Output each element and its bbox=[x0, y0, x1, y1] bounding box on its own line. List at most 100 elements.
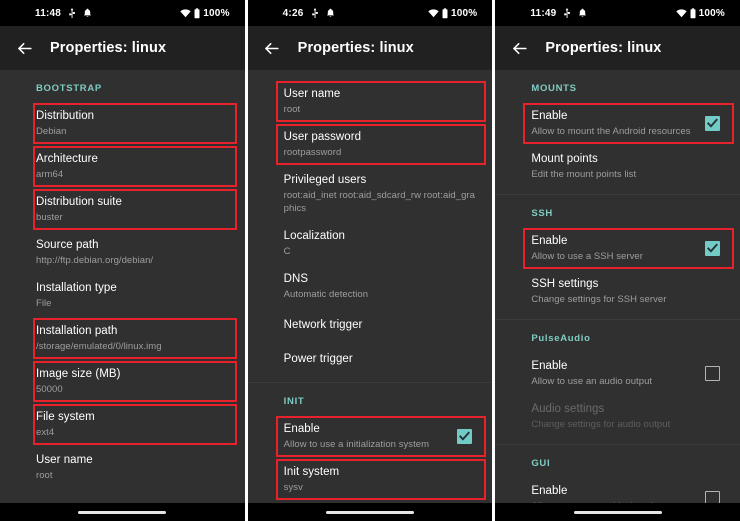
battery-icon bbox=[690, 7, 696, 19]
list-item-title: Image size (MB) bbox=[36, 368, 121, 380]
wifi-icon bbox=[675, 8, 687, 18]
section-header-bootstrap: BOOTSTRAP bbox=[36, 83, 102, 94]
back-arrow-icon bbox=[17, 42, 32, 54]
notification-bell-icon bbox=[578, 8, 587, 18]
list-item-subtitle: root:aid_inet root:aid_sdcard_rw root:ai… bbox=[283, 190, 475, 214]
checkbox-unchecked[interactable] bbox=[705, 491, 721, 503]
list-item[interactable]: Architecture arm64 bbox=[0, 145, 245, 188]
usb-icon bbox=[563, 7, 571, 19]
list-item-subtitle: Automatic detection bbox=[283, 289, 369, 300]
list-item[interactable]: Installation path/storage/emulated/0/lin… bbox=[0, 317, 245, 360]
list-item[interactable]: Enable Allow to use an audio output bbox=[495, 352, 740, 395]
settings-section: MOUNTS Enable Allow to mount the Android r… bbox=[495, 70, 740, 195]
settings-list-inner: MOUNTS Enable Allow to mount the Android r… bbox=[495, 70, 740, 503]
section-header-ssh: SSH bbox=[531, 208, 553, 219]
battery-icon bbox=[194, 7, 200, 19]
app-bar: Properties: linux bbox=[495, 26, 740, 70]
home-indicator[interactable] bbox=[326, 510, 414, 514]
list-item-title: Enable bbox=[531, 110, 568, 122]
battery-percent: 100% bbox=[450, 7, 478, 19]
notification-bell-icon bbox=[83, 8, 92, 18]
list-item[interactable]: DNS Automatic detection bbox=[248, 265, 493, 308]
usb-icon bbox=[311, 7, 319, 19]
status-bar-left: 11:49 bbox=[505, 7, 587, 19]
list-item-texts: Enable Allow to use a SSH server bbox=[531, 234, 695, 263]
checkbox-checked[interactable] bbox=[457, 429, 473, 444]
list-item-title: User password bbox=[283, 131, 362, 143]
list-item-title: User name bbox=[36, 454, 93, 466]
list-item-title: Source path bbox=[36, 239, 99, 251]
settings-section: SSH Enable Allow to use a SSH server SSH se… bbox=[495, 195, 740, 320]
list-item-title: Architecture bbox=[36, 153, 98, 165]
app-bar: Properties: linux bbox=[0, 26, 245, 70]
list-item-texts: Source path http://ftp.debian.org/debian/ bbox=[36, 238, 229, 267]
list-item-title: Installation path bbox=[36, 325, 118, 337]
wifi-icon bbox=[428, 8, 439, 18]
list-item-subtitle: Allow to use a graphical environment bbox=[531, 500, 695, 503]
list-item[interactable]: Power trigger bbox=[248, 342, 493, 376]
settings-section: PulseAudio Enable Allow to use an audio ou… bbox=[495, 320, 740, 445]
app-bar: Properties: linux bbox=[247, 26, 493, 70]
list-item-title: Privileged users bbox=[283, 174, 367, 186]
list-item[interactable]: Enable Allow to mount the Android resourc… bbox=[495, 102, 740, 145]
list-item[interactable]: Init settingsChange settings for the ini… bbox=[248, 501, 493, 503]
list-item-texts: Installation path/storage/emulated/0/lin… bbox=[36, 324, 229, 353]
status-bar: 11:49 100% bbox=[495, 0, 740, 26]
back-button[interactable] bbox=[505, 34, 533, 62]
list-item[interactable]: Source path http://ftp.debian.org/debian/ bbox=[0, 231, 245, 274]
settings-section: User name root User password rootpassword Pr… bbox=[247, 70, 493, 383]
list-item[interactable]: Installation type File bbox=[0, 274, 245, 317]
list-item[interactable]: Mount points Edit the mount points list bbox=[495, 145, 740, 188]
list-item[interactable]: User name root bbox=[248, 80, 493, 123]
status-bar-left: 4:26 bbox=[258, 7, 335, 19]
list-item[interactable]: Enable Allow to use a SSH server bbox=[495, 227, 740, 270]
list-item[interactable]: Enable Allow to use a graphical environme… bbox=[495, 477, 740, 503]
home-indicator[interactable] bbox=[78, 510, 167, 514]
list-item-title: Audio settings bbox=[531, 403, 605, 415]
screen-bootstrap: 11:48 100% Properties: linux BOOTSTRAP Distr… bbox=[0, 0, 245, 521]
list-item-texts: Privileged users root:aid_inet root:aid_s… bbox=[284, 173, 477, 215]
list-item[interactable]: Distribution Debian bbox=[0, 102, 245, 145]
list-item[interactable]: Localization C bbox=[248, 222, 493, 265]
list-item-texts: User password rootpassword bbox=[284, 130, 477, 159]
page-title: Properties: linux bbox=[297, 40, 414, 56]
screen-users-init: 4:26 100% Properties: linux User name root Us… bbox=[247, 0, 493, 521]
checkbox-checked[interactable] bbox=[705, 241, 721, 256]
navigation-bar bbox=[0, 503, 245, 521]
battery-percent: 100% bbox=[203, 7, 230, 19]
list-item-subtitle: Allow to mount the Android resources bbox=[531, 126, 691, 137]
list-item-title: Enable bbox=[531, 360, 568, 372]
list-item-subtitle: arm64 bbox=[36, 169, 64, 180]
list-item[interactable]: Image size (MB) 50000 bbox=[0, 360, 245, 403]
list-item[interactable]: Init system sysv bbox=[248, 458, 493, 501]
navigation-bar bbox=[495, 503, 740, 521]
list-item[interactable]: Privileged users root:aid_inet root:aid_s… bbox=[248, 166, 493, 222]
status-bar: 4:26 100% bbox=[247, 0, 493, 26]
list-item-title: Distribution suite bbox=[36, 196, 122, 208]
back-arrow-icon bbox=[265, 42, 279, 54]
list-item[interactable]: User password rootpassword bbox=[248, 123, 493, 166]
list-item-texts: DNS Automatic detection bbox=[284, 272, 477, 301]
list-item-texts: SSH settings Change settings for SSH serv… bbox=[531, 277, 724, 306]
list-item[interactable]: Distribution suite buster bbox=[0, 188, 245, 231]
status-time: 11:48 bbox=[35, 7, 62, 19]
list-item[interactable]: SSH settings Change settings for SSH serv… bbox=[495, 270, 740, 313]
checkbox-checked[interactable] bbox=[705, 116, 721, 131]
list-item-title: Localization bbox=[283, 230, 346, 242]
list-item-subtitle: sysv bbox=[283, 482, 303, 493]
list-item[interactable]: User name root bbox=[0, 446, 245, 489]
back-button[interactable] bbox=[10, 34, 38, 62]
settings-list-inner: BOOTSTRAP Distribution Debian Architecture a… bbox=[0, 70, 245, 495]
list-item[interactable]: Enable Allow to use a initialization syst… bbox=[248, 415, 493, 458]
list-item[interactable]: File system ext4 bbox=[0, 403, 245, 446]
list-item-title: File system bbox=[36, 411, 95, 423]
home-indicator[interactable] bbox=[573, 510, 662, 514]
list-item-title: Enable bbox=[283, 423, 320, 435]
section-header-pulseaudio: PulseAudio bbox=[531, 333, 591, 344]
checkbox-unchecked[interactable] bbox=[705, 366, 721, 381]
list-item-title: Installation type bbox=[36, 282, 117, 294]
back-button[interactable] bbox=[258, 34, 286, 62]
list-item-subtitle: Debian bbox=[36, 126, 67, 137]
list-item[interactable]: Network trigger bbox=[248, 308, 493, 342]
battery-icon bbox=[442, 7, 448, 19]
